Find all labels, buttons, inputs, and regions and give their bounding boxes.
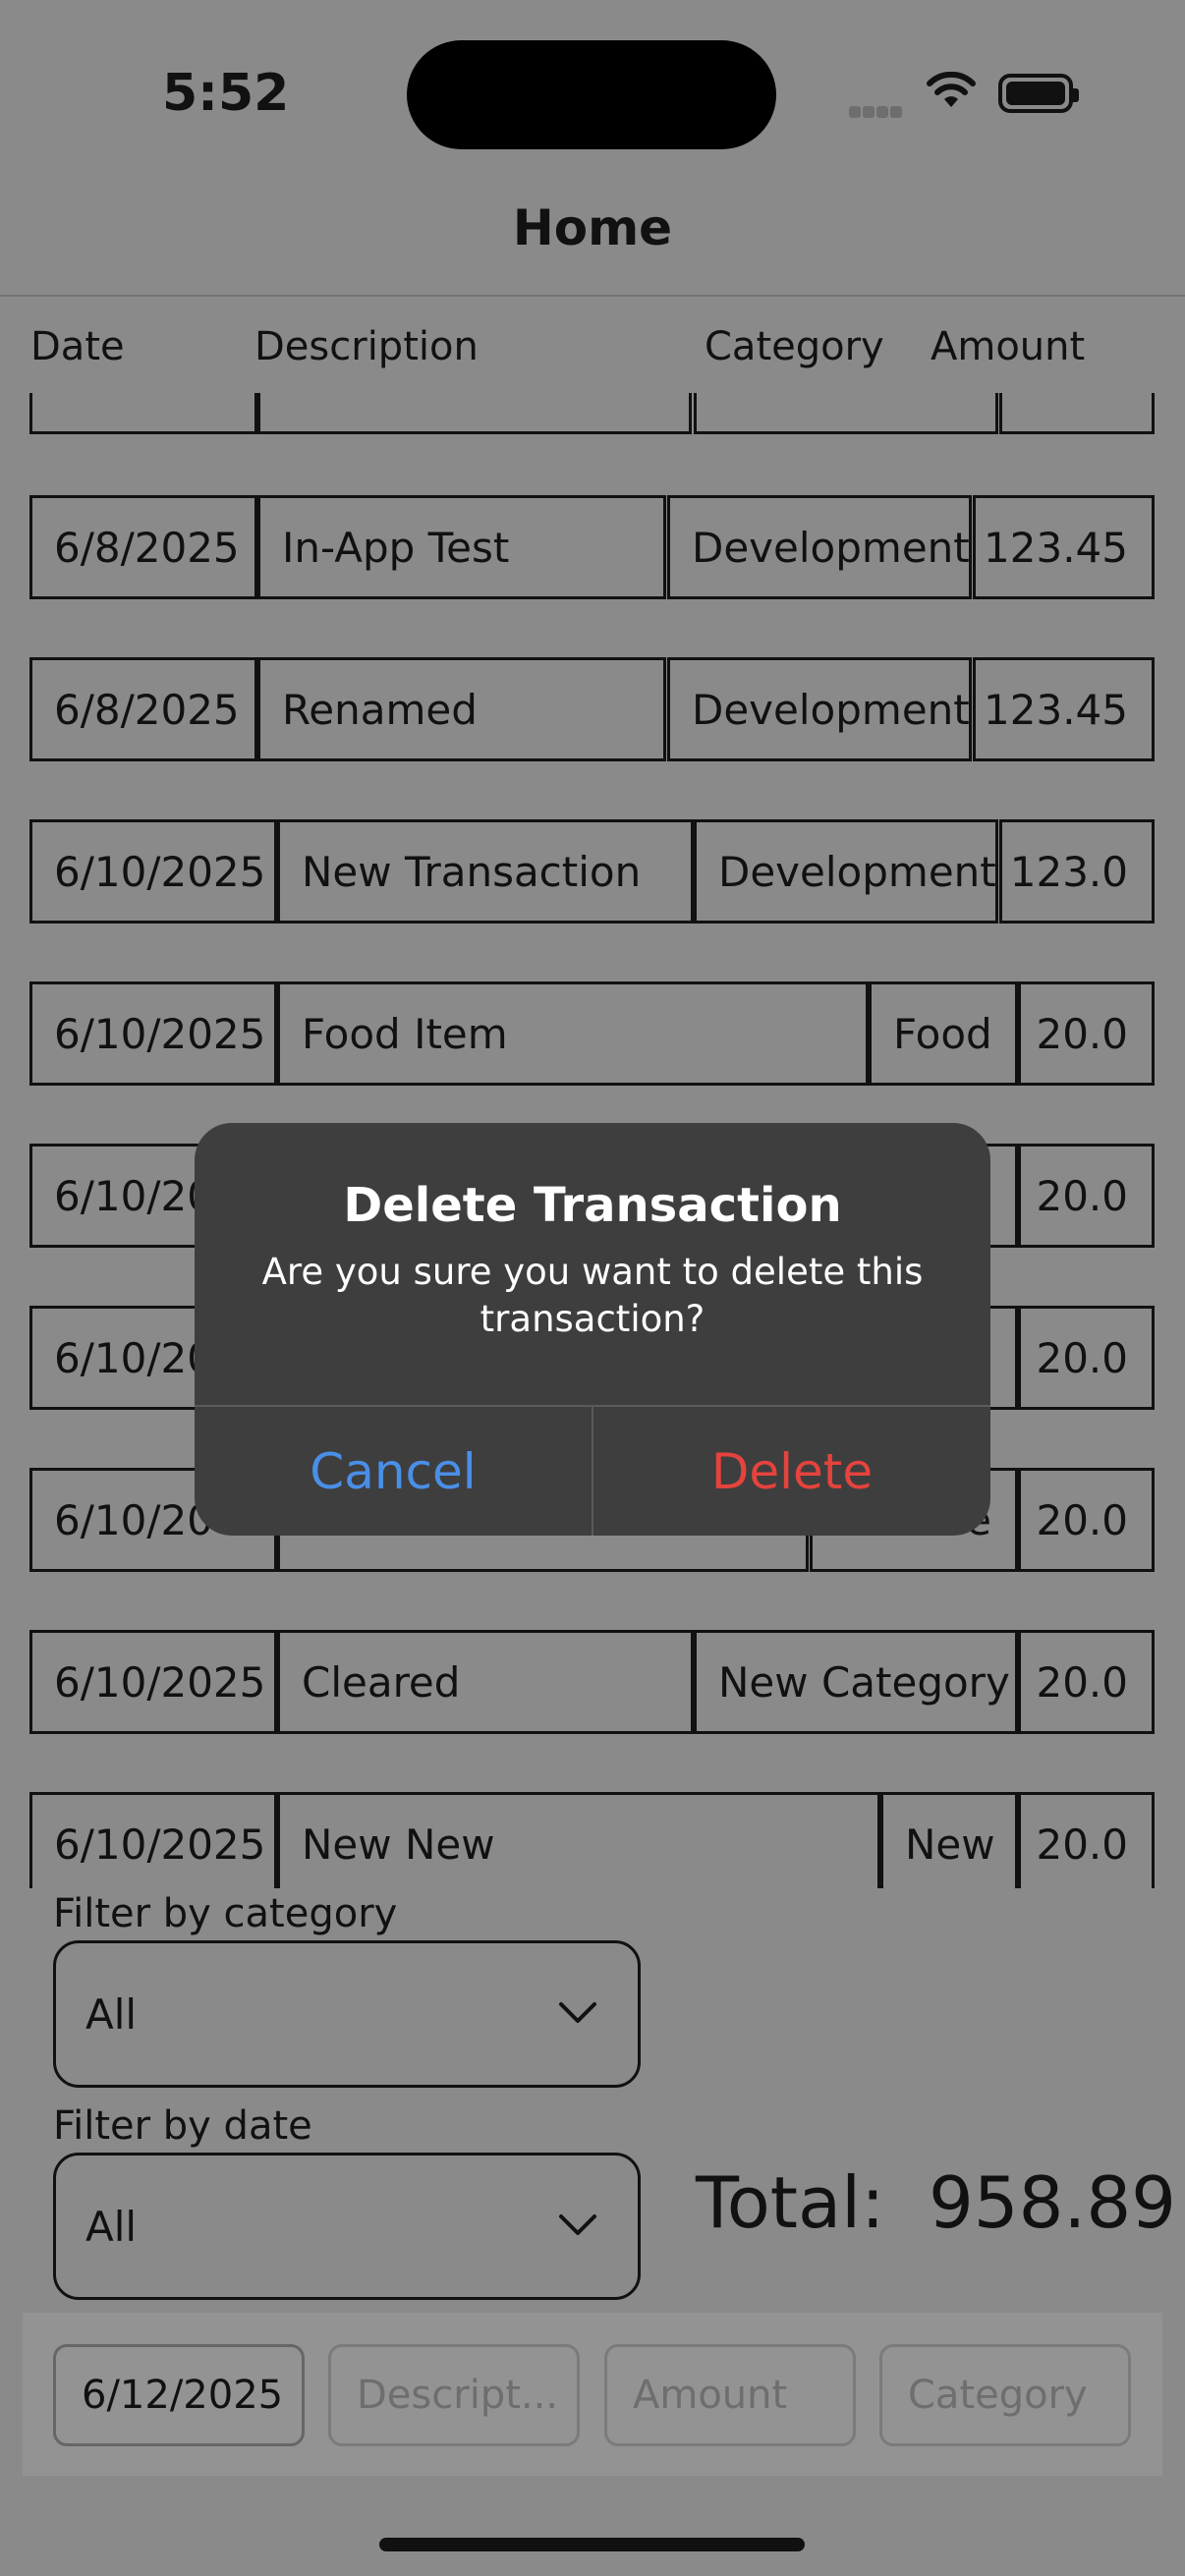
filter-date-label: Filter by date (53, 2103, 312, 2149)
amount-cell[interactable]: 20.0 (1018, 1792, 1155, 1888)
new-transaction-bar: 6/12/2025 Descript... Amount Category (23, 2313, 1162, 2476)
dynamic-island (407, 40, 776, 149)
amount-cell[interactable] (999, 393, 1155, 434)
alert-message: Are you sure you want to delete this tra… (261, 1251, 924, 1340)
column-header-amount: Amount (931, 324, 1086, 369)
page-title: Home (512, 199, 673, 256)
amount-cell[interactable]: 20.0 (1018, 1468, 1155, 1572)
delete-button[interactable]: Delete (593, 1407, 990, 1536)
header-divider (0, 295, 1185, 297)
total-value: 958.89 (929, 2161, 1176, 2244)
amount-cell[interactable]: 20.0 (1018, 1630, 1155, 1734)
column-header-description: Description (254, 324, 479, 369)
description-cell[interactable]: New New (277, 1792, 880, 1888)
category-filter-dropdown[interactable]: All (53, 1940, 641, 2088)
category-cell[interactable]: New (880, 1792, 1018, 1888)
alert-title: Delete Transaction (343, 1178, 842, 1233)
category-cell[interactable]: New Category (694, 1630, 1018, 1734)
date-cell[interactable]: 6/8/2025 (29, 657, 257, 761)
category-cell[interactable]: Development (667, 657, 972, 761)
column-header-date: Date (30, 324, 125, 369)
home-indicator[interactable] (379, 2538, 805, 2551)
date-cell[interactable]: 6/10/2025 (29, 981, 277, 1086)
amount-cell[interactable]: 20.0 (1018, 1306, 1155, 1410)
chevron-down-icon (559, 2214, 596, 2235)
amount-cell[interactable]: 20.0 (1018, 981, 1155, 1086)
wifi-icon (927, 72, 976, 107)
description-cell[interactable] (257, 393, 692, 434)
date-cell[interactable]: 6/10/2025 (29, 1630, 277, 1734)
description-input[interactable]: Descript... (328, 2344, 580, 2446)
status-time: 5:52 (162, 64, 290, 123)
amount-input[interactable]: Amount (604, 2344, 856, 2446)
category-cell[interactable]: Development (694, 819, 998, 924)
amount-cell[interactable]: 20.0 (1018, 1144, 1155, 1248)
description-cell[interactable]: Renamed (257, 657, 666, 761)
date-cell[interactable] (29, 393, 257, 434)
category-input[interactable]: Category (879, 2344, 1131, 2446)
description-cell[interactable]: New Transaction (277, 819, 694, 924)
delete-transaction-alert: Delete Transaction Are you sure you want… (195, 1123, 990, 1536)
chevron-down-icon (559, 2002, 596, 2023)
date-filter-dropdown[interactable]: All (53, 2153, 641, 2300)
cancel-button[interactable]: Cancel (195, 1407, 592, 1536)
date-input[interactable]: 6/12/2025 (53, 2344, 305, 2446)
date-cell[interactable]: 6/10/2025 (29, 1792, 277, 1888)
category-cell[interactable] (694, 393, 998, 434)
amount-cell[interactable]: 123.45 (973, 657, 1155, 761)
category-cell[interactable]: Food (869, 981, 1018, 1086)
date-cell[interactable]: 6/10/2025 (29, 819, 277, 924)
amount-cell[interactable]: 123.0 (999, 819, 1155, 924)
filter-category-label: Filter by category (53, 1891, 398, 1936)
battery-icon (998, 74, 1079, 113)
category-cell[interactable]: Development (667, 495, 972, 599)
date-filter-value: All (85, 2203, 138, 2251)
cellular-signal-icon (849, 103, 904, 122)
column-header-category: Category (705, 324, 884, 369)
amount-cell[interactable]: 123.45 (973, 495, 1155, 599)
status-bar: 5:52 (0, 0, 1185, 187)
category-filter-value: All (85, 1990, 138, 2039)
description-cell[interactable]: In-App Test (257, 495, 666, 599)
total-label: Total: (696, 2161, 885, 2244)
description-cell[interactable]: Food Item (277, 981, 869, 1086)
description-cell[interactable]: Cleared (277, 1630, 694, 1734)
date-cell[interactable]: 6/8/2025 (29, 495, 257, 599)
